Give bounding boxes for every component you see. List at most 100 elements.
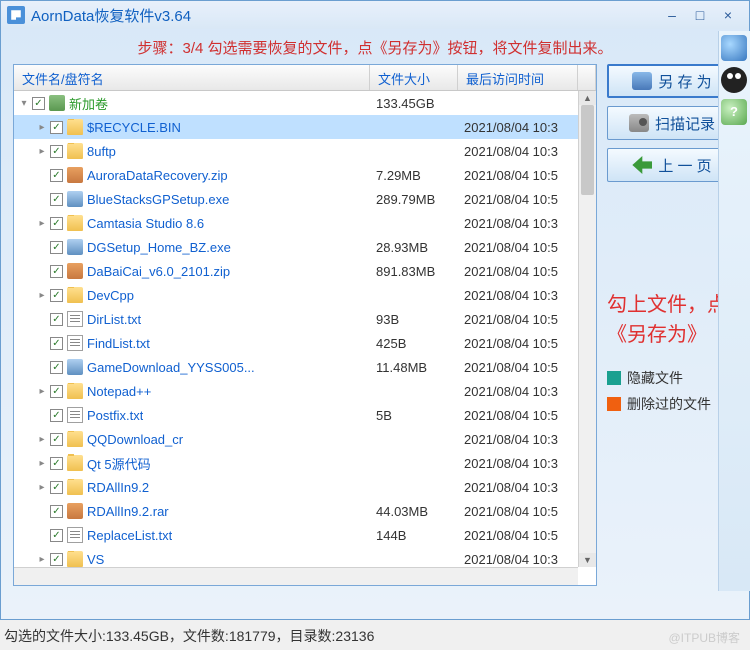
- file-name: $RECYCLE.BIN: [87, 120, 181, 135]
- file-name: Camtasia Studio 8.6: [87, 216, 204, 231]
- checkbox[interactable]: ✓: [50, 409, 63, 422]
- qq-icon[interactable]: [721, 67, 747, 93]
- table-row[interactable]: ✓DGSetup_Home_BZ.exe28.93MB2021/08/04 10…: [14, 235, 596, 259]
- zip-icon: [67, 263, 83, 279]
- table-row[interactable]: ✓DirList.txt93B2021/08/04 10:5: [14, 307, 596, 331]
- expander-icon[interactable]: ▸: [36, 289, 48, 301]
- checkbox[interactable]: ✓: [50, 337, 63, 350]
- file-name: RDAllIn9.2.rar: [87, 504, 169, 519]
- file-time: 2021/08/04 10:3: [458, 384, 596, 399]
- checkbox[interactable]: ✓: [50, 481, 63, 494]
- checkbox[interactable]: ✓: [50, 169, 63, 182]
- expander-icon: [36, 265, 48, 277]
- checkbox[interactable]: ✓: [32, 97, 45, 110]
- globe-icon[interactable]: [721, 35, 747, 61]
- table-row[interactable]: ▸✓Camtasia Studio 8.62021/08/04 10:3: [14, 211, 596, 235]
- table-row[interactable]: ▾✓新加卷133.45GB: [14, 91, 596, 115]
- txt-icon: [67, 407, 83, 423]
- file-size: 891.83MB: [370, 264, 458, 279]
- table-row[interactable]: ▸✓ Qt 5源代码 2021/08/04 10:3: [14, 451, 596, 475]
- table-row[interactable]: ✓BlueStacksGPSetup.exe289.79MB2021/08/04…: [14, 187, 596, 211]
- legend-hidden-label: 隐藏文件: [627, 368, 683, 388]
- expander-icon[interactable]: ▸: [36, 145, 48, 157]
- column-header-size[interactable]: 文件大小: [370, 65, 458, 90]
- scroll-thumb[interactable]: [581, 105, 594, 195]
- checkbox[interactable]: ✓: [50, 553, 63, 566]
- table-row[interactable]: ✓RDAllIn9.2.rar44.03MB2021/08/04 10:5: [14, 499, 596, 523]
- expander-icon: [36, 241, 48, 253]
- expander-icon[interactable]: ▾: [18, 97, 30, 109]
- minimize-button[interactable]: –: [665, 7, 679, 23]
- table-row[interactable]: ▸✓RDAllIn9.22021/08/04 10:3: [14, 475, 596, 499]
- expander-icon[interactable]: ▸: [36, 553, 48, 565]
- expander-icon[interactable]: ▸: [36, 217, 48, 229]
- file-name: BlueStacksGPSetup.exe: [87, 192, 229, 207]
- horizontal-scrollbar[interactable]: [14, 567, 578, 585]
- column-header-time[interactable]: 最后访问时间: [458, 65, 578, 90]
- expander-icon[interactable]: ▸: [36, 481, 48, 493]
- close-button[interactable]: ×: [721, 7, 735, 23]
- file-size: 289.79MB: [370, 192, 458, 207]
- checkbox[interactable]: ✓: [50, 529, 63, 542]
- expander-icon: [36, 193, 48, 205]
- txt-icon: [67, 335, 83, 351]
- folder-icon: [67, 383, 83, 399]
- table-row[interactable]: ▸✓ DevCpp 2021/08/04 10:3: [14, 283, 596, 307]
- expander-icon[interactable]: ▸: [36, 457, 48, 469]
- expander-icon[interactable]: ▸: [36, 433, 48, 445]
- file-time: 2021/08/04 10:3: [458, 288, 596, 303]
- expander-icon[interactable]: ▸: [36, 385, 48, 397]
- main-area: 文件名/盘符名 文件大小 最后访问时间 ▾✓新加卷133.45GB▸✓$RECY…: [1, 64, 749, 594]
- instruction-text: 步骤：3/4 勾选需要恢复的文件，点《另存为》按钮，将文件复制出来。: [1, 29, 749, 64]
- checkbox[interactable]: ✓: [50, 289, 63, 302]
- vertical-scrollbar[interactable]: ▲ ▼: [578, 91, 596, 567]
- file-time: 2021/08/04 10:3: [458, 144, 596, 159]
- checkbox[interactable]: ✓: [50, 217, 63, 230]
- exe-icon: [67, 239, 83, 255]
- file-name: DirList.txt: [87, 312, 141, 327]
- checkbox[interactable]: ✓: [50, 313, 63, 326]
- file-name: Qt 5源代码: [87, 454, 151, 473]
- table-row[interactable]: ✓Postfix.txt5B2021/08/04 10:5: [14, 403, 596, 427]
- file-name: DevCpp: [87, 288, 134, 303]
- table-row[interactable]: ▸✓$RECYCLE.BIN2021/08/04 10:3: [14, 115, 596, 139]
- column-header-name[interactable]: 文件名/盘符名: [14, 65, 370, 90]
- checkbox[interactable]: ✓: [50, 265, 63, 278]
- scroll-down-arrow[interactable]: ▼: [579, 553, 596, 567]
- expander-icon: [36, 313, 48, 325]
- checkbox[interactable]: ✓: [50, 505, 63, 518]
- checkbox[interactable]: ✓: [50, 121, 63, 134]
- file-size: 7.29MB: [370, 168, 458, 183]
- expander-icon: [36, 529, 48, 541]
- table-row[interactable]: ✓GameDownload_YYSS005...11.48MB2021/08/0…: [14, 355, 596, 379]
- file-size: 144B: [370, 528, 458, 543]
- table-row[interactable]: ▸✓8uftp2021/08/04 10:3: [14, 139, 596, 163]
- file-time: 2021/08/04 10:5: [458, 240, 596, 255]
- folder-icon: [67, 455, 83, 471]
- help-icon[interactable]: [721, 99, 747, 125]
- file-time: 2021/08/04 10:5: [458, 312, 596, 327]
- file-list-pane: 文件名/盘符名 文件大小 最后访问时间 ▾✓新加卷133.45GB▸✓$RECY…: [13, 64, 597, 586]
- file-time: 2021/08/04 10:3: [458, 456, 596, 471]
- expander-icon[interactable]: ▸: [36, 121, 48, 133]
- table-row[interactable]: ▸✓ Notepad++ 2021/08/04 10:3: [14, 379, 596, 403]
- table-row[interactable]: ✓AuroraDataRecovery.zip7.29MB2021/08/04 …: [14, 163, 596, 187]
- table-row[interactable]: ▸✓QQDownload_cr2021/08/04 10:3: [14, 427, 596, 451]
- checkbox[interactable]: ✓: [50, 457, 63, 470]
- checkbox[interactable]: ✓: [50, 361, 63, 374]
- checkbox[interactable]: ✓: [50, 433, 63, 446]
- legend-hidden-swatch: [607, 371, 621, 385]
- scroll-up-arrow[interactable]: ▲: [579, 91, 596, 105]
- checkbox[interactable]: ✓: [50, 385, 63, 398]
- checkbox[interactable]: ✓: [50, 193, 63, 206]
- table-row[interactable]: ✓DaBaiCai_v6.0_2101.zip891.83MB2021/08/0…: [14, 259, 596, 283]
- checkbox[interactable]: ✓: [50, 241, 63, 254]
- maximize-button[interactable]: □: [693, 7, 707, 23]
- file-name: Notepad++: [87, 384, 151, 399]
- expander-icon: [36, 409, 48, 421]
- status-bar: 勾选的文件大小:133.45GB，文件数:181779，目录数:23136: [4, 626, 374, 646]
- file-size: 44.03MB: [370, 504, 458, 519]
- table-row[interactable]: ✓FindList.txt425B2021/08/04 10:5: [14, 331, 596, 355]
- checkbox[interactable]: ✓: [50, 145, 63, 158]
- table-row[interactable]: ✓ReplaceList.txt144B2021/08/04 10:5: [14, 523, 596, 547]
